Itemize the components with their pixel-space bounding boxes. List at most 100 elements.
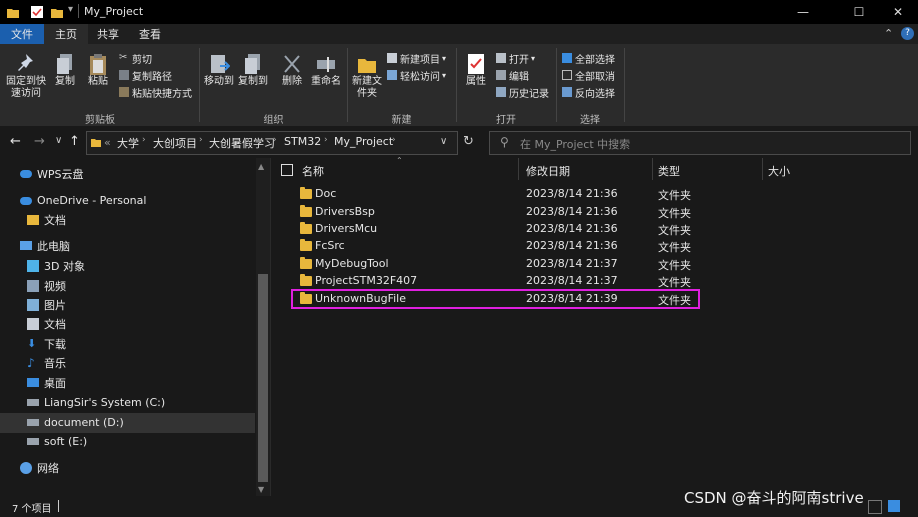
- breadcrumb-separator-icon[interactable]: ›: [392, 135, 396, 145]
- select-all-checkbox[interactable]: [281, 164, 293, 176]
- column-header-name[interactable]: 名称: [302, 163, 324, 179]
- tab-view[interactable]: 查看: [128, 24, 172, 44]
- nav-item-network[interactable]: 网络: [20, 458, 59, 477]
- nav-item-drive-e[interactable]: soft (E:): [27, 432, 87, 451]
- copy-to-button[interactable]: 复制到: [236, 52, 270, 88]
- breadcrumb-separator-icon[interactable]: ›: [142, 135, 146, 145]
- column-header-date[interactable]: 修改日期: [526, 163, 570, 179]
- breadcrumb-item[interactable]: 大创暑假学习: [209, 135, 275, 151]
- new-item-button[interactable]: 新建项目 ▾: [387, 50, 446, 66]
- breadcrumb-item[interactable]: 大创项目: [153, 135, 197, 151]
- nav-item-drive-d[interactable]: document (D:): [27, 413, 124, 432]
- nav-item-label: 3D 对象: [44, 259, 85, 273]
- minimize-button[interactable]: —: [780, 0, 826, 24]
- close-button[interactable]: ✕: [875, 0, 918, 24]
- refresh-icon[interactable]: ↻: [463, 134, 474, 149]
- highlight-annotation-box: [291, 289, 700, 309]
- tab-file[interactable]: 文件: [0, 24, 44, 44]
- computer-icon: [20, 241, 32, 250]
- easy-access-button[interactable]: 轻松访问 ▾: [387, 67, 446, 83]
- search-icon: ⚲: [500, 135, 509, 149]
- file-type: 文件夹: [658, 224, 691, 237]
- pane-divider[interactable]: [270, 158, 271, 496]
- new-item-icon: [387, 53, 397, 63]
- open-button[interactable]: 打开 ▾: [496, 50, 535, 66]
- rename-button[interactable]: 重命名: [308, 52, 344, 88]
- new-folder-button[interactable]: 新建文件夹: [350, 52, 384, 100]
- column-divider[interactable]: [762, 158, 763, 180]
- up-arrow-icon[interactable]: ↑: [69, 134, 80, 149]
- scroll-up-icon[interactable]: ▲: [258, 162, 264, 171]
- breadcrumb-current[interactable]: My_Project: [334, 135, 393, 148]
- breadcrumb-separator-icon[interactable]: ›: [199, 135, 203, 145]
- edit-button[interactable]: 编辑: [496, 67, 529, 83]
- recent-locations-dropdown-icon[interactable]: ∨: [55, 135, 62, 146]
- nav-item-drive-c[interactable]: LiangSir's System (C:): [27, 393, 165, 412]
- invert-selection-button[interactable]: 反向选择: [562, 84, 615, 100]
- back-arrow-icon[interactable]: ←: [10, 134, 21, 149]
- invert-selection-label: 反向选择: [575, 88, 615, 100]
- nav-item-this-pc[interactable]: 此电脑: [20, 236, 70, 255]
- properties-button[interactable]: 属性: [462, 52, 490, 88]
- select-all-button[interactable]: 全部选择: [562, 50, 615, 66]
- paste-button[interactable]: 粘贴: [84, 52, 112, 88]
- breadcrumb-item[interactable]: 大学: [117, 135, 139, 151]
- details-view-icon[interactable]: [868, 500, 882, 514]
- tab-share[interactable]: 共享: [88, 24, 128, 44]
- download-icon: ⬇: [27, 336, 37, 350]
- file-row[interactable]: DriversBsp 2023/8/14 21:36 文件夹: [296, 204, 716, 221]
- breadcrumb-item[interactable]: STM32: [284, 135, 321, 148]
- file-row[interactable]: ProjectSTM32F407 2023/8/14 21:37 文件夹: [296, 273, 716, 290]
- quick-access-dropdown-icon[interactable]: ▾: [68, 4, 73, 15]
- nav-item-music[interactable]: ♪ 音乐: [27, 353, 66, 372]
- collapse-ribbon-icon[interactable]: ⌃: [884, 27, 893, 40]
- pin-quick-access-button[interactable]: 固定到快速访问: [4, 52, 48, 100]
- nav-item-wps-cloud[interactable]: WPS云盘: [20, 164, 84, 183]
- tab-home[interactable]: 主页: [44, 24, 88, 44]
- new-folder-icon[interactable]: [50, 5, 64, 19]
- delete-button[interactable]: 删除: [279, 52, 305, 88]
- nav-item-label: 音乐: [44, 356, 66, 370]
- breadcrumb-separator-icon[interactable]: ›: [273, 135, 277, 145]
- nav-item-documents[interactable]: 文档: [27, 314, 66, 333]
- folder-icon: [300, 222, 312, 234]
- new-folder-icon: [358, 59, 376, 73]
- column-divider[interactable]: [518, 158, 519, 180]
- paste-shortcut-button[interactable]: 粘贴快捷方式: [119, 84, 192, 100]
- nav-item-videos[interactable]: 视频: [27, 276, 66, 295]
- nav-item-3d-objects[interactable]: 3D 对象: [27, 256, 85, 275]
- watermark: CSDN @奋斗的阿南strive: [684, 489, 864, 507]
- folder-icon[interactable]: [6, 5, 20, 19]
- file-row[interactable]: FcSrc 2023/8/14 21:36 文件夹: [296, 238, 716, 255]
- large-icons-view-icon[interactable]: [888, 500, 900, 512]
- nav-item-onedrive-docs[interactable]: 文档: [27, 210, 66, 229]
- forward-arrow-icon[interactable]: →: [34, 134, 45, 149]
- address-dropdown-icon[interactable]: ∨: [440, 136, 447, 147]
- file-row[interactable]: DriversMcu 2023/8/14 21:36 文件夹: [296, 221, 716, 238]
- properties-check-icon[interactable]: [30, 5, 44, 19]
- copy-path-button[interactable]: 复制路径: [119, 67, 172, 83]
- cut-button[interactable]: ✂ 剪切: [119, 50, 152, 66]
- column-header-size[interactable]: 大小: [768, 163, 790, 179]
- copy-button[interactable]: 复制: [52, 52, 78, 88]
- nav-scrollbar-thumb[interactable]: [258, 274, 268, 482]
- help-icon[interactable]: ?: [901, 27, 914, 40]
- nav-item-onedrive[interactable]: OneDrive - Personal: [20, 191, 146, 210]
- nav-item-label: OneDrive - Personal: [37, 194, 147, 207]
- file-row[interactable]: MyDebugTool 2023/8/14 21:37 文件夹: [296, 256, 716, 273]
- move-to-button[interactable]: 移动到: [202, 52, 236, 88]
- file-name: DriversBsp: [315, 205, 375, 218]
- copy-to-label: 复制到: [238, 76, 268, 87]
- column-header-type[interactable]: 类型: [658, 163, 680, 179]
- breadcrumb-separator-icon[interactable]: ›: [324, 135, 328, 145]
- file-row[interactable]: Doc 2023/8/14 21:36 文件夹: [296, 186, 716, 203]
- scroll-down-icon[interactable]: ▼: [258, 485, 264, 494]
- address-overflow-icon[interactable]: «: [104, 136, 111, 149]
- column-divider[interactable]: [652, 158, 653, 180]
- file-type: 文件夹: [658, 189, 691, 202]
- select-none-button[interactable]: 全部取消: [562, 67, 615, 83]
- nav-item-downloads[interactable]: ⬇ 下载: [27, 334, 66, 353]
- history-button[interactable]: 历史记录: [496, 84, 549, 100]
- nav-item-pictures[interactable]: 图片: [27, 295, 66, 314]
- nav-item-desktop[interactable]: 桌面: [27, 373, 66, 392]
